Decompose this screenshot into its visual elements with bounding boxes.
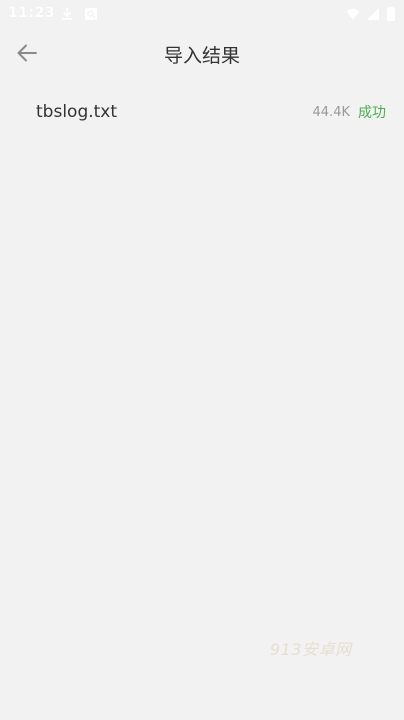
status-badge: 成功 xyxy=(358,105,386,121)
search-icon xyxy=(85,8,97,20)
list-item[interactable]: tbslog.txt 44.4K 成功 xyxy=(0,90,404,134)
status-bar: 11:23 xyxy=(0,0,404,28)
signal-icon xyxy=(367,8,379,20)
result-list: tbslog.txt 44.4K 成功 xyxy=(0,90,404,134)
app-bar: 导入结果 xyxy=(0,28,404,80)
file-size: 44.4K xyxy=(312,104,350,120)
page-title: 导入结果 xyxy=(163,45,240,67)
file-name: tbslog.txt xyxy=(36,102,118,122)
battery-icon xyxy=(387,7,395,21)
download-icon xyxy=(62,8,72,20)
wifi-icon xyxy=(346,8,360,20)
watermark: 913安卓网 xyxy=(270,640,352,659)
status-time: 11:23 xyxy=(8,5,56,21)
